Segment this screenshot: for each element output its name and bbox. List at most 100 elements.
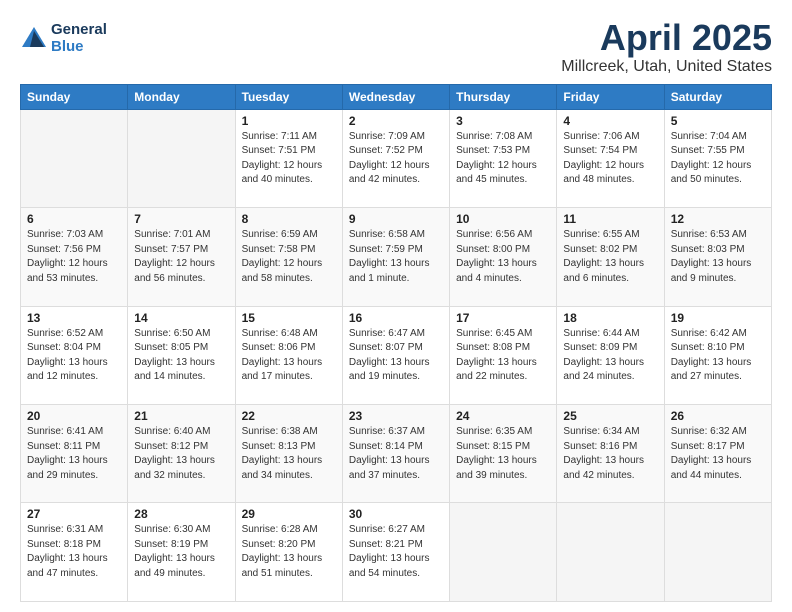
calendar-cell: 13 Sunrise: 6:52 AMSunset: 8:04 PMDayligh… [21,306,128,404]
day-number: 14 [134,311,228,325]
calendar-cell: 12Sunrise: 6:53 AMSunset: 8:03 PMDayligh… [664,208,771,306]
calendar-table: Sunday Monday Tuesday Wednesday Thursday… [20,84,772,602]
calendar-cell [557,503,664,602]
day-info: Sunrise: 6:32 AMSunset: 8:17 PMDaylight:… [671,425,765,483]
calendar-cell: 24 Sunrise: 6:35 AMSunset: 8:15 PMDayligh… [450,405,557,503]
calendar-cell: 15 Sunrise: 6:48 AMSunset: 8:06 PMDayligh… [235,306,342,404]
day-number: 22 [242,409,336,423]
col-wednesday: Wednesday [342,84,449,109]
day-number: 20 [27,409,121,423]
col-friday: Friday [557,84,664,109]
calendar-cell: 1 Sunrise: 7:11 AMSunset: 7:51 PMDaylight… [235,109,342,207]
day-info: Sunrise: 6:50 AMSunset: 8:05 PMDaylight:… [134,327,228,385]
calendar-cell: 16 Sunrise: 6:47 AMSunset: 8:07 PMDayligh… [342,306,449,404]
calendar-cell: 9 Sunrise: 6:58 AMSunset: 7:59 PMDaylight… [342,208,449,306]
day-info: Sunrise: 6:42 AMSunset: 8:10 PMDaylight:… [671,327,765,385]
day-info: Sunrise: 6:27 AMSunset: 8:21 PMDaylight:… [349,523,443,581]
page: General Blue April 2025 Millcreek, Utah,… [0,0,792,612]
calendar-cell: 8Sunrise: 6:59 AMSunset: 7:58 PMDaylight… [235,208,342,306]
calendar-cell: 11Sunrise: 6:55 AMSunset: 8:02 PMDayligh… [557,208,664,306]
calendar-cell: 29 Sunrise: 6:28 AMSunset: 8:20 PMDayligh… [235,503,342,602]
day-number: 6 [27,212,121,226]
col-sunday: Sunday [21,84,128,109]
day-number: 15 [242,311,336,325]
day-number: 28 [134,507,228,521]
day-number: 17 [456,311,550,325]
day-number: 16 [349,311,443,325]
calendar-cell: 22 Sunrise: 6:38 AMSunset: 8:13 PMDayligh… [235,405,342,503]
day-info: Sunrise: 7:09 AMSunset: 7:52 PMDaylight:… [349,130,443,188]
calendar-header: Sunday Monday Tuesday Wednesday Thursday… [21,84,772,109]
day-number: 26 [671,409,765,423]
calendar-cell: 10 Sunrise: 6:56 AMSunset: 8:00 PMDayligh… [450,208,557,306]
day-number: 24 [456,409,550,423]
calendar-cell: 5 Sunrise: 7:04 AMSunset: 7:55 PMDaylight… [664,109,771,207]
calendar-cell: 6Sunrise: 7:03 AMSunset: 7:56 PMDaylight… [21,208,128,306]
day-number: 12 [671,212,765,226]
header-row: Sunday Monday Tuesday Wednesday Thursday… [21,84,772,109]
logo-icon [20,25,48,53]
calendar-cell [664,503,771,602]
day-number: 10 [456,212,550,226]
day-info: Sunrise: 6:28 AMSunset: 8:20 PMDaylight:… [242,523,336,581]
day-info: Sunrise: 7:08 AMSunset: 7:53 PMDaylight:… [456,130,550,188]
calendar-week-4: 20 Sunrise: 6:41 AMSunset: 8:11 PMDayligh… [21,405,772,503]
calendar-cell: 18 Sunrise: 6:44 AMSunset: 8:09 PMDayligh… [557,306,664,404]
day-info: Sunrise: 6:37 AMSunset: 8:14 PMDaylight:… [349,425,443,483]
day-number: 5 [671,114,765,128]
day-info: Sunrise: 7:11 AMSunset: 7:51 PMDaylight:… [242,130,336,188]
col-saturday: Saturday [664,84,771,109]
day-number: 9 [349,212,443,226]
calendar-title: April 2025 [561,18,772,58]
day-number: 25 [563,409,657,423]
day-info: Sunrise: 6:48 AMSunset: 8:06 PMDaylight:… [242,327,336,385]
calendar-cell: 3 Sunrise: 7:08 AMSunset: 7:53 PMDaylight… [450,109,557,207]
day-number: 30 [349,507,443,521]
calendar-cell [450,503,557,602]
calendar-cell: 14 Sunrise: 6:50 AMSunset: 8:05 PMDayligh… [128,306,235,404]
calendar-cell: 23 Sunrise: 6:37 AMSunset: 8:14 PMDayligh… [342,405,449,503]
logo: General Blue [20,22,107,55]
day-info: Sunrise: 6:40 AMSunset: 8:12 PMDaylight:… [134,425,228,483]
day-info: Sunrise: 6:56 AMSunset: 8:00 PMDaylight:… [456,228,550,286]
day-info: Sunrise: 6:58 AMSunset: 7:59 PMDaylight:… [349,228,443,286]
logo-blue-text: Blue [51,39,107,56]
day-number: 18 [563,311,657,325]
day-info: Sunrise: 6:35 AMSunset: 8:15 PMDaylight:… [456,425,550,483]
calendar-cell [21,109,128,207]
calendar-cell: 30 Sunrise: 6:27 AMSunset: 8:21 PMDayligh… [342,503,449,602]
day-info: Sunrise: 6:55 AMSunset: 8:02 PMDaylight:… [563,228,657,286]
day-number: 29 [242,507,336,521]
day-info: Sunrise: 6:30 AMSunset: 8:19 PMDaylight:… [134,523,228,581]
calendar-cell: 4 Sunrise: 7:06 AMSunset: 7:54 PMDaylight… [557,109,664,207]
day-info: Sunrise: 6:38 AMSunset: 8:13 PMDaylight:… [242,425,336,483]
calendar-week-5: 27 Sunrise: 6:31 AMSunset: 8:18 PMDayligh… [21,503,772,602]
day-number: 19 [671,311,765,325]
calendar-cell: 28 Sunrise: 6:30 AMSunset: 8:19 PMDayligh… [128,503,235,602]
day-info: Sunrise: 7:06 AMSunset: 7:54 PMDaylight:… [563,130,657,188]
calendar-cell: 2 Sunrise: 7:09 AMSunset: 7:52 PMDaylight… [342,109,449,207]
calendar-cell: 20 Sunrise: 6:41 AMSunset: 8:11 PMDayligh… [21,405,128,503]
day-number: 8 [242,212,336,226]
day-info: Sunrise: 6:52 AMSunset: 8:04 PMDaylight:… [27,327,121,385]
day-number: 13 [27,311,121,325]
day-info: Sunrise: 6:44 AMSunset: 8:09 PMDaylight:… [563,327,657,385]
day-number: 27 [27,507,121,521]
day-number: 7 [134,212,228,226]
calendar-week-2: 6Sunrise: 7:03 AMSunset: 7:56 PMDaylight… [21,208,772,306]
col-thursday: Thursday [450,84,557,109]
day-info: Sunrise: 6:47 AMSunset: 8:07 PMDaylight:… [349,327,443,385]
day-info: Sunrise: 7:01 AMSunset: 7:57 PMDaylight:… [134,228,228,286]
day-number: 4 [563,114,657,128]
day-number: 1 [242,114,336,128]
day-info: Sunrise: 6:31 AMSunset: 8:18 PMDaylight:… [27,523,121,581]
day-info: Sunrise: 6:41 AMSunset: 8:11 PMDaylight:… [27,425,121,483]
col-tuesday: Tuesday [235,84,342,109]
day-number: 23 [349,409,443,423]
day-number: 21 [134,409,228,423]
day-number: 3 [456,114,550,128]
calendar-cell: 27 Sunrise: 6:31 AMSunset: 8:18 PMDayligh… [21,503,128,602]
calendar-subtitle: Millcreek, Utah, United States [561,58,772,76]
day-number: 2 [349,114,443,128]
day-info: Sunrise: 7:04 AMSunset: 7:55 PMDaylight:… [671,130,765,188]
